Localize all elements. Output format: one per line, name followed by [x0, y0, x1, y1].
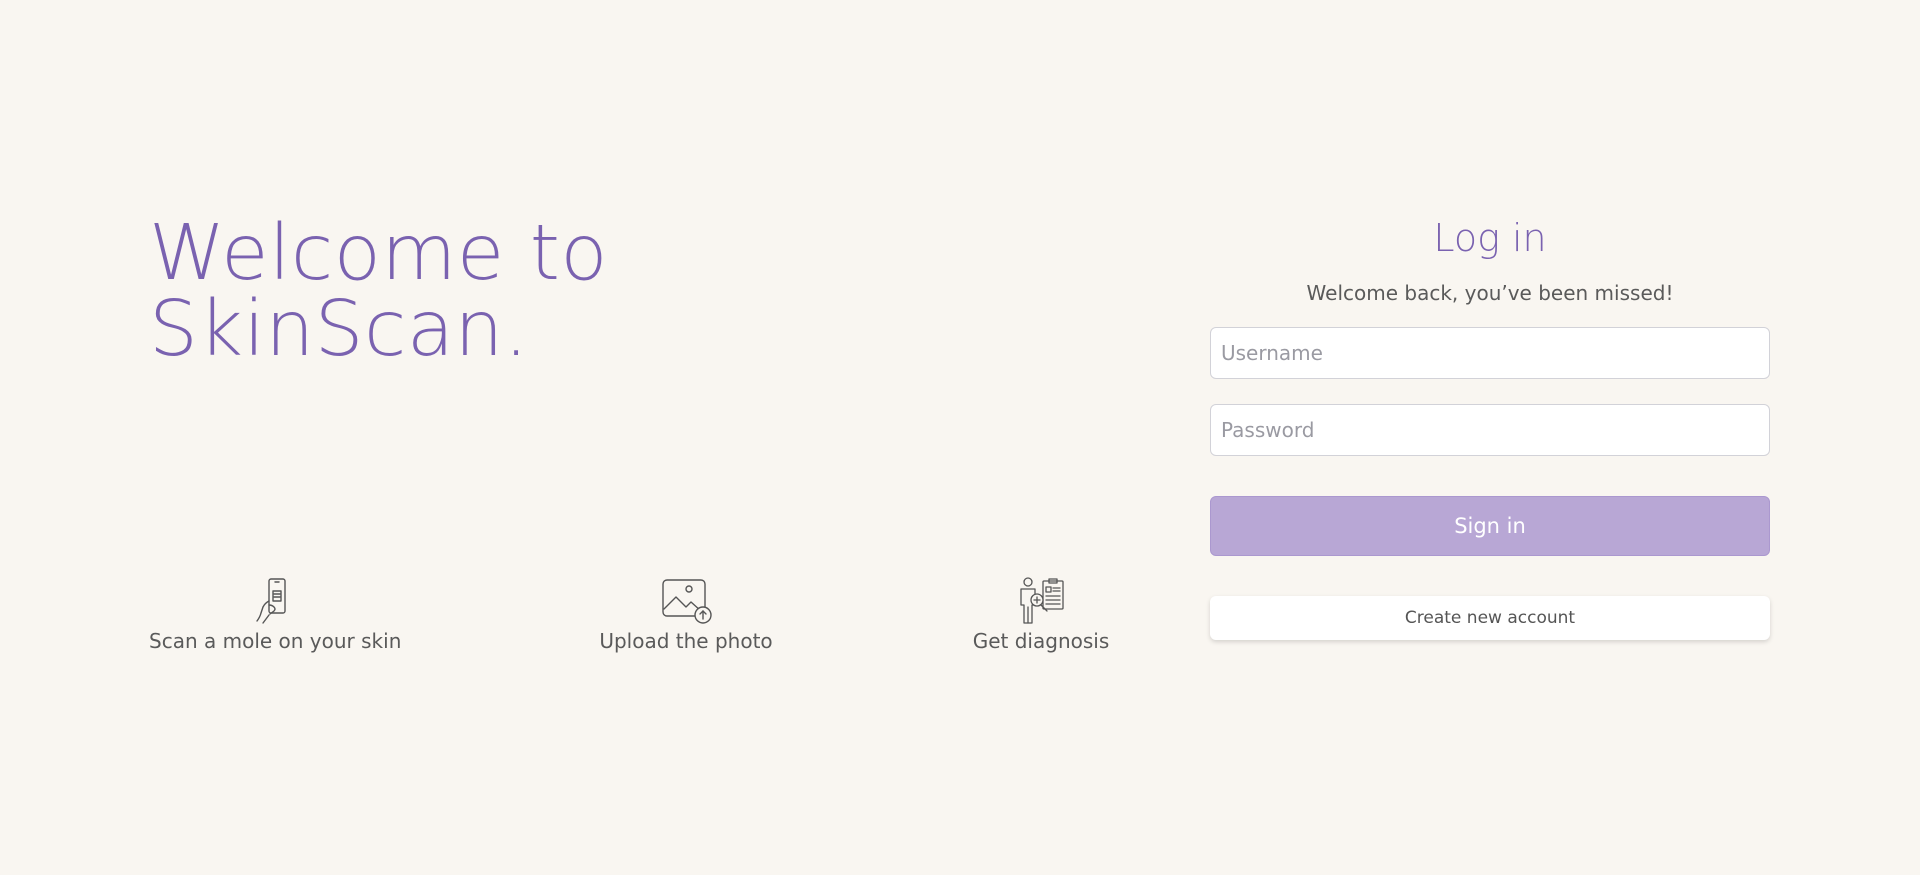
username-input[interactable]	[1210, 327, 1770, 379]
create-account-button[interactable]: Create new account	[1210, 596, 1770, 640]
step-scan-label: Scan a mole on your skin	[149, 629, 402, 653]
image-upload-icon	[662, 579, 712, 624]
sign-in-button[interactable]: Sign in	[1210, 496, 1770, 556]
login-title: Log in	[1433, 216, 1547, 260]
step-scan: Scan a mole on your skin	[149, 575, 401, 653]
welcome-heading-line2: SkinScan.	[149, 285, 529, 374]
login-subtitle: Welcome back, you’ve been missed!	[1306, 281, 1674, 305]
doctor-report-icon	[1020, 577, 1064, 624]
password-input[interactable]	[1210, 404, 1770, 456]
step-upload-label: Upload the photo	[599, 629, 773, 653]
login-panel: Log in Welcome back, you’ve been missed!…	[1210, 210, 1770, 640]
welcome-heading: Welcome to SkinScan.	[149, 209, 849, 374]
login-page: Welcome to SkinScan. Scan a mole on your…	[0, 0, 1920, 875]
welcome-heading-line1: Welcome to	[149, 209, 608, 298]
phone-scan-icon	[256, 578, 286, 624]
step-diagnosis: Get diagnosis	[971, 575, 1111, 653]
steps-row: Scan a mole on your skin Upload the phot…	[0, 575, 1160, 665]
step-upload: Upload the photo	[598, 575, 774, 653]
step-diagnosis-label: Get diagnosis	[972, 629, 1110, 653]
